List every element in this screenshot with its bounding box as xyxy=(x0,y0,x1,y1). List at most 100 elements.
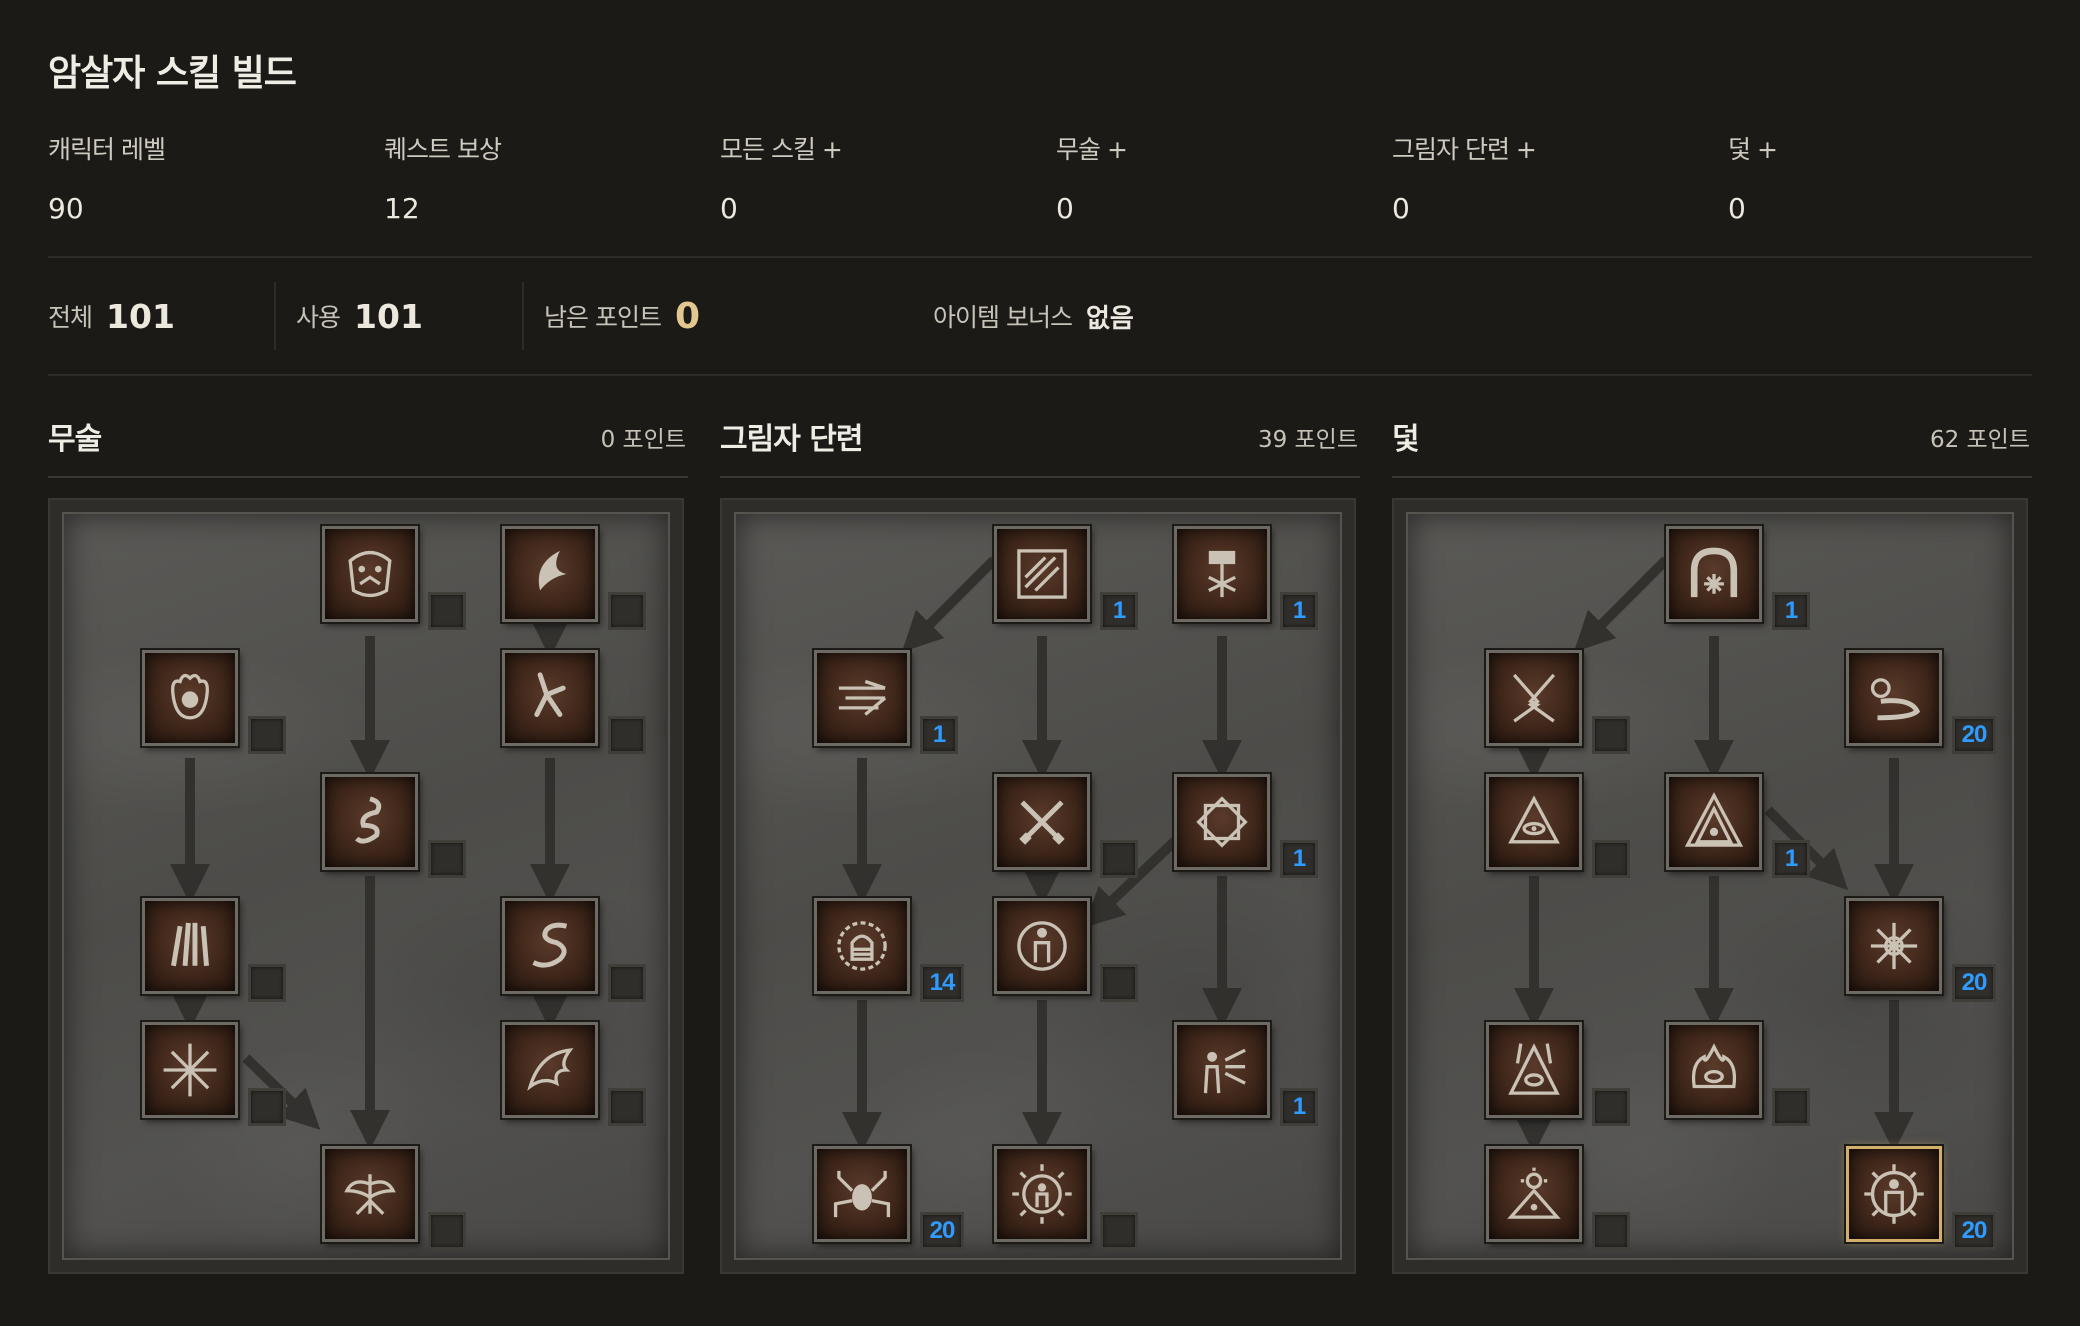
stat-traps: 덫 + 0 xyxy=(1728,130,2028,225)
skill-slot[interactable] xyxy=(814,898,910,994)
cobra-coil-icon xyxy=(355,796,382,844)
stat-label: 그림자 단련 + xyxy=(1392,135,1537,164)
skill-slot[interactable] xyxy=(814,1146,910,1242)
page-title: 암살자 스킬 빌드 xyxy=(48,53,297,94)
skill-points-badge: 1 xyxy=(1280,1088,1318,1126)
skill-slot[interactable] xyxy=(142,1022,238,1118)
skill-slot[interactable] xyxy=(1666,1022,1762,1118)
skill-points-badge xyxy=(1100,1212,1138,1250)
stat-value: 12 xyxy=(384,192,420,225)
starburst-icon xyxy=(163,1043,217,1097)
skill-points-badge xyxy=(608,716,646,754)
sun-eye-icon xyxy=(1507,1167,1561,1219)
tree-name: 덫 xyxy=(1392,422,1420,457)
skill-points-badge xyxy=(608,592,646,630)
skill-slot[interactable] xyxy=(322,774,418,870)
total-points-label: 전체 xyxy=(48,303,93,332)
remaining-points-label: 남은 포인트 xyxy=(544,303,662,332)
skill-slot[interactable] xyxy=(1486,650,1582,746)
fist-spiral-icon xyxy=(837,921,887,971)
skill-points-badge: 20 xyxy=(1952,964,1996,1002)
skill-slot[interactable] xyxy=(142,898,238,994)
spiral-wave-icon xyxy=(1870,678,1921,721)
used-points-label: 사용 xyxy=(296,303,341,332)
crossed-blades-icon xyxy=(1019,800,1065,845)
figure-aura-icon xyxy=(1017,921,1067,971)
dragon-wing-icon xyxy=(527,1048,574,1091)
skill-slot[interactable] xyxy=(502,526,598,622)
stats-row: 캐릭터 레벨 90 퀘스트 보상 12 모든 스킬 + 0 무술 + 0 그림자… xyxy=(48,130,2032,258)
skill-slot[interactable] xyxy=(1666,526,1762,622)
tree-header-traps: 덫 62 포인트 xyxy=(1392,400,2032,478)
stat-character-level: 캐릭터 레벨 90 xyxy=(48,130,348,225)
glowing-figure-icon xyxy=(1012,1164,1072,1224)
skill-points-badge xyxy=(1100,840,1138,878)
skill-slot[interactable] xyxy=(994,898,1090,994)
skill-slot[interactable] xyxy=(322,526,418,622)
skill-points-badge: 14 xyxy=(920,964,964,1002)
skill-slot[interactable] xyxy=(1666,774,1762,870)
skill-points-badge xyxy=(1592,716,1630,754)
eye-pyramid-icon xyxy=(1508,795,1560,844)
spider-icon xyxy=(833,1170,891,1218)
stat-shadow-disciplines: 그림자 단련 + 0 xyxy=(1392,130,1692,225)
skill-points-badge: 1 xyxy=(1772,840,1810,878)
stat-label: 모든 스킬 + xyxy=(720,135,843,164)
octagram-icon xyxy=(1196,796,1248,848)
skill-points-badge: 20 xyxy=(1952,716,1996,754)
stat-label: 캐릭터 레벨 xyxy=(48,135,166,164)
skill-points-badge xyxy=(248,716,286,754)
used-points-value: 101 xyxy=(354,296,423,336)
skill-slot[interactable] xyxy=(994,526,1090,622)
fire-pyramid-icon xyxy=(1684,792,1744,847)
skill-slot[interactable] xyxy=(1174,774,1270,870)
skill-slot[interactable] xyxy=(322,1146,418,1242)
lightning-cross-icon xyxy=(1512,673,1556,723)
skill-tree-panel-traps: 1 20 1 20 20 xyxy=(1392,498,2028,1274)
total-points-value: 101 xyxy=(106,296,175,336)
claw-mastery-icon xyxy=(1017,549,1067,599)
blade-storm-icon xyxy=(1870,922,1918,970)
skill-tree-panel-martial-arts xyxy=(48,498,684,1274)
skill-points-badge xyxy=(608,1088,646,1126)
skill-points-badge: 20 xyxy=(920,1212,964,1250)
skill-points-badge xyxy=(1592,840,1630,878)
skill-slot[interactable] xyxy=(1486,774,1582,870)
skill-points-badge: 1 xyxy=(920,716,958,754)
skill-slot[interactable] xyxy=(1486,1022,1582,1118)
stat-quest-reward: 퀘스트 보상 12 xyxy=(384,130,684,225)
skill-slot[interactable] xyxy=(994,1146,1090,1242)
skill-slot[interactable] xyxy=(502,898,598,994)
skill-slot[interactable] xyxy=(1174,1022,1270,1118)
stat-value: 0 xyxy=(720,192,738,225)
tree-header-shadow-disciplines: 그림자 단련 39 포인트 xyxy=(720,400,1360,478)
skill-slot[interactable] xyxy=(994,774,1090,870)
tree-points: 39 포인트 xyxy=(1257,427,1358,453)
skill-points-badge: 1 xyxy=(1772,592,1810,630)
skill-slot[interactable] xyxy=(502,650,598,746)
skill-slot[interactable] xyxy=(1846,898,1942,994)
skill-slot[interactable] xyxy=(1846,650,1942,746)
dash-figure-icon xyxy=(1203,1048,1246,1094)
skill-points-badge xyxy=(248,964,286,1002)
skill-points-badge xyxy=(428,592,466,630)
claw-strike-icon xyxy=(171,922,209,967)
skill-slot[interactable] xyxy=(814,650,910,746)
skill-points-badge xyxy=(428,1212,466,1250)
item-bonus-label: 아이템 보너스 xyxy=(933,303,1073,332)
tree-header-martial-arts: 무술 0 포인트 xyxy=(48,400,688,478)
shadow-figure-icon xyxy=(1864,1164,1924,1224)
divider xyxy=(274,282,276,350)
skill-points-badge xyxy=(248,1088,286,1126)
total-points: 전체 101 xyxy=(48,258,175,374)
tiger-claw-icon xyxy=(348,550,392,598)
stat-label: 덫 + xyxy=(1728,135,1778,164)
skill-slot[interactable] xyxy=(1174,526,1270,622)
skill-slot[interactable] xyxy=(142,650,238,746)
skill-points-badge xyxy=(608,964,646,1002)
skill-slot[interactable] xyxy=(502,1022,598,1118)
skill-slot[interactable] xyxy=(1486,1146,1582,1242)
divider xyxy=(522,282,524,350)
skill-slot-selected[interactable] xyxy=(1846,1146,1942,1242)
remaining-points-value: 0 xyxy=(674,295,701,337)
